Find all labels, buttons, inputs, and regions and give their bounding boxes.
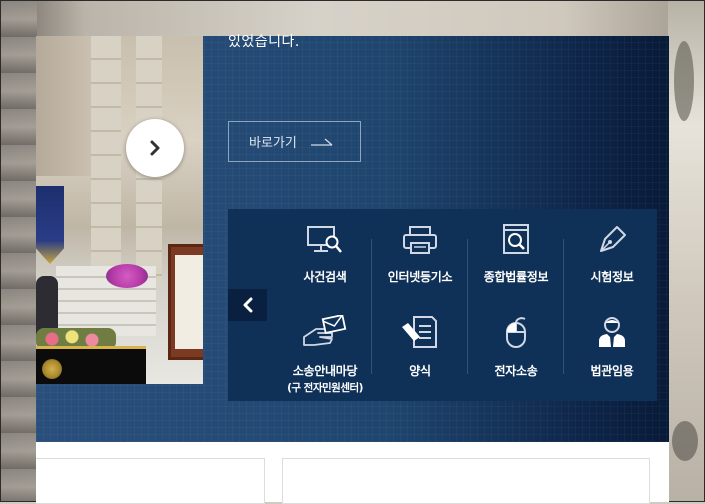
mouse-icon [506, 317, 526, 348]
printer-icon [403, 226, 437, 254]
menu-item-litigation-guide[interactable]: 소송안내마당 (구 전자민원센터) [277, 315, 373, 395]
book-search-icon [503, 224, 529, 254]
menu-item-label: 법관임용 [590, 364, 634, 378]
menu-item-label: 사건검색 [303, 270, 347, 284]
goto-button[interactable]: 바로가기 [228, 121, 361, 162]
background-tree [668, 1, 704, 501]
pen-nib-icon [600, 226, 626, 252]
chevron-right-icon [150, 140, 160, 156]
menu-item-label: 인터넷등기소 [387, 270, 453, 284]
goto-button-label: 바로가기 [249, 136, 297, 151]
banner-text: 있었습니다. [228, 34, 300, 50]
quick-menu-prev-button[interactable] [228, 289, 267, 321]
menu-item-forms[interactable]: 양식 [372, 315, 468, 379]
monitor-search-icon [307, 226, 342, 253]
menu-item-label: 전자소송 [494, 364, 538, 378]
carousel-next-button[interactable] [126, 119, 184, 177]
menu-item-label: 양식 [409, 364, 431, 378]
menu-item-legal-info[interactable]: 종합법률정보 [468, 221, 564, 285]
menu-item-label: 소송안내마당 [292, 364, 358, 378]
chevron-left-icon [243, 297, 252, 313]
background-pillar [1, 1, 37, 501]
judge-person-icon [599, 317, 625, 347]
content-box-right [282, 458, 650, 504]
menu-item-e-litigation[interactable]: 전자소송 [468, 315, 564, 379]
menu-item-judge-appointment[interactable]: 법관임용 [564, 315, 660, 379]
menu-item-exam-info[interactable]: 시험정보 [564, 221, 660, 285]
menu-item-sublabel: (구 전자민원센터) [287, 382, 363, 394]
menu-item-label: 시험정보 [590, 270, 634, 284]
menu-item-case-search[interactable]: 사건검색 [277, 221, 373, 285]
quick-menu: 사건검색 인터넷등기소 종합법률정보 시험정보 소송안내마당 (구 전자민원센터… [228, 209, 657, 401]
menu-item-label: 종합법률정보 [483, 270, 549, 284]
menu-item-internet-registry[interactable]: 인터넷등기소 [372, 221, 468, 285]
hand-envelope-icon [303, 315, 347, 346]
content-box-left [36, 458, 265, 504]
court-ceremony-photo [36, 36, 203, 384]
form-pen-icon [402, 316, 437, 348]
arrow-right-icon [310, 138, 333, 146]
